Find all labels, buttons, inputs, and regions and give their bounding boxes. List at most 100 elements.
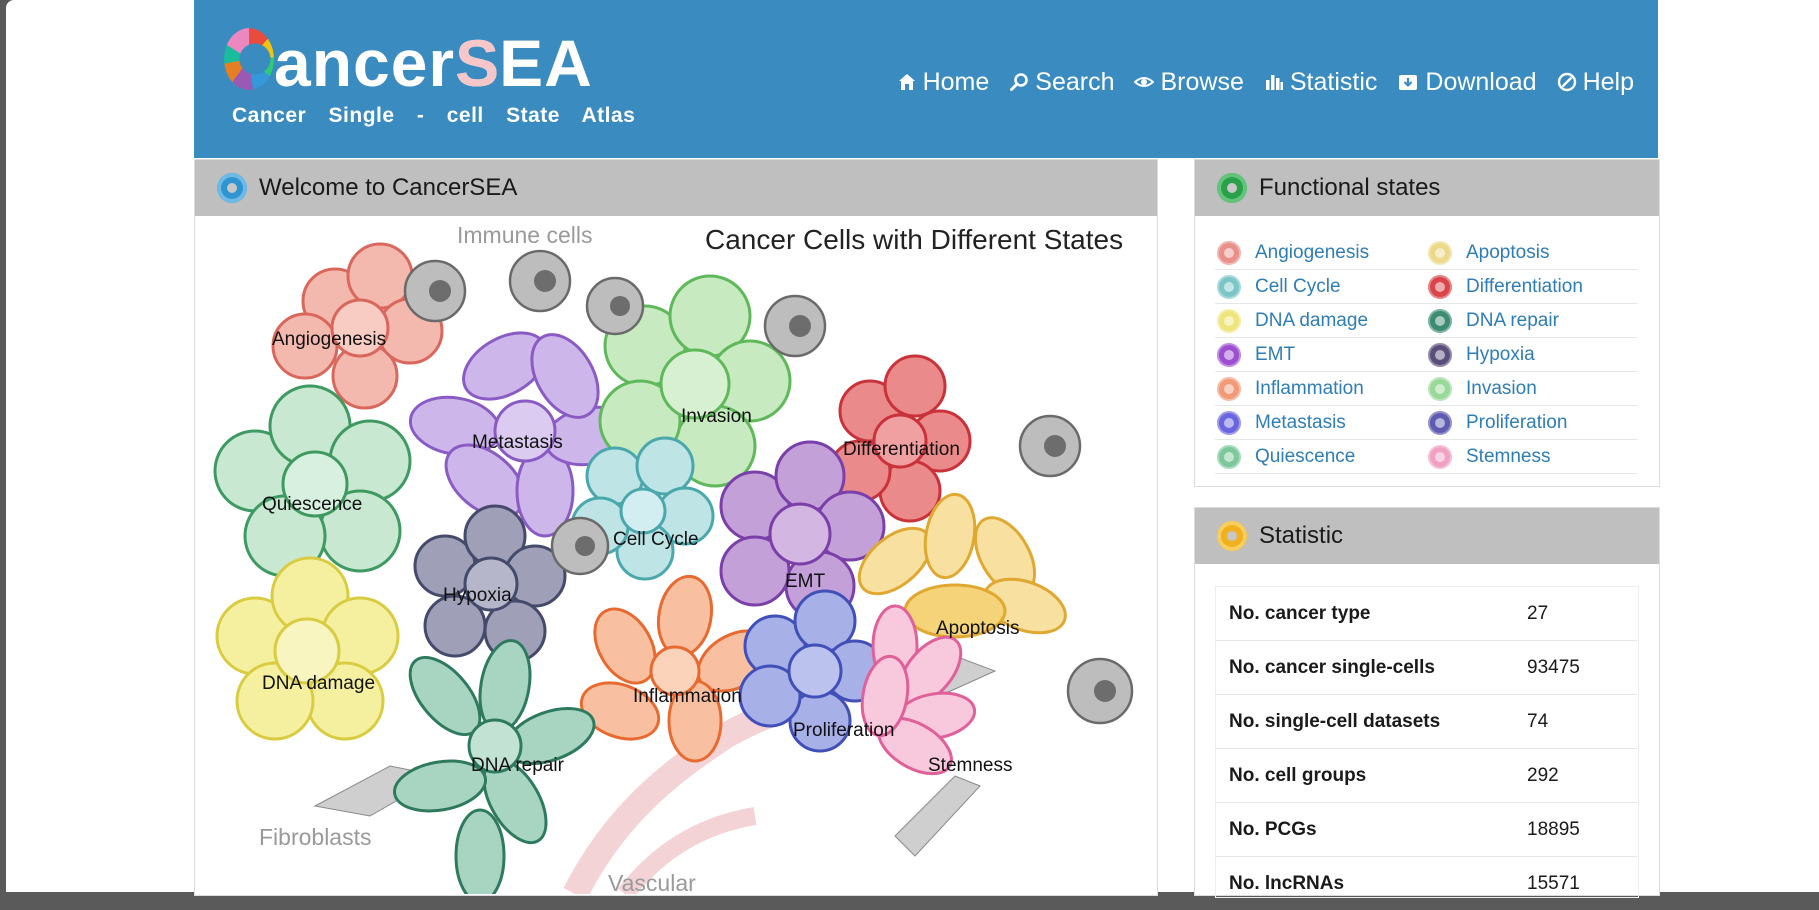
nav-search[interactable]: Search [1009, 68, 1114, 97]
orange-bullet-icon [1217, 521, 1247, 551]
stemness-label: Stemness [928, 755, 1012, 777]
state-cell-icon [1428, 411, 1452, 435]
nav-home-label: Home [923, 68, 990, 97]
statistic-value: 74 [1513, 695, 1637, 749]
functional-states-list: Angiogenesis Apoptosis Cell Cycle Different… [1215, 236, 1637, 474]
state-link-stemness[interactable]: Stemness [1426, 440, 1637, 473]
invasion-label: Invasion [681, 406, 752, 428]
nav-search-label: Search [1035, 68, 1114, 97]
bar-chart-icon [1264, 72, 1284, 92]
state-link-inflammation[interactable]: Inflammation [1215, 372, 1426, 405]
main-nav: Home Search Browse Statistic Download He… [877, 62, 1658, 102]
functional-states-row: Quiescence Stemness [1215, 440, 1637, 474]
state-link-invasion[interactable]: Invasion [1426, 372, 1637, 405]
statistic-key: No. lncRNAs [1215, 857, 1513, 910]
nav-statistic[interactable]: Statistic [1264, 68, 1378, 97]
functional-states-title: Functional states [1259, 174, 1440, 202]
state-cell-icon [1217, 275, 1241, 299]
functional-states-row: EMT Hypoxia [1215, 338, 1637, 372]
statistic-row: No. cancer type27 [1215, 587, 1637, 641]
state-link-emt[interactable]: EMT [1215, 338, 1426, 371]
state-link-proliferation[interactable]: Proliferation [1426, 406, 1637, 439]
eye-icon [1134, 72, 1154, 92]
nav-help-label: Help [1583, 68, 1634, 97]
logo-s-letter: S [455, 28, 499, 98]
statistic-value: 18895 [1513, 803, 1637, 857]
state-label: DNA repair [1466, 310, 1559, 332]
angiogenesis-label: Angiogenesis [272, 329, 386, 351]
statistic-row: No. PCGs18895 [1215, 803, 1637, 857]
fibroblasts-label: Fibroblasts [259, 824, 371, 851]
state-label: EMT [1255, 344, 1295, 366]
state-label: Differentiation [1466, 276, 1583, 298]
functional-states-row: Cell Cycle Differentiation [1215, 270, 1637, 304]
statistic-row: No. single-cell datasets74 [1215, 695, 1637, 749]
state-cell-icon [1217, 411, 1241, 435]
state-cell-icon [1217, 309, 1241, 333]
state-label: Apoptosis [1466, 242, 1549, 264]
nav-browse[interactable]: Browse [1134, 68, 1243, 97]
statistic-value: 93475 [1513, 641, 1637, 695]
functional-states-row: Angiogenesis Apoptosis [1215, 236, 1637, 270]
functional-states-header: Functional states [1195, 160, 1659, 216]
logo-word-ea: EA [499, 28, 593, 98]
logo-c-mosaic [224, 28, 274, 90]
site-logo[interactable]: ancerSEA Cancer Single - cell State Atla… [224, 28, 594, 128]
nav-home[interactable]: Home [897, 68, 990, 97]
statistic-title: Statistic [1259, 522, 1343, 550]
metastasis-label: Metastasis [472, 432, 563, 454]
statistic-key: No. single-cell datasets [1215, 695, 1513, 749]
site-header: ancerSEA Cancer Single - cell State Atla… [194, 0, 1658, 158]
dna-repair-label: DNA repair [471, 755, 564, 777]
statistic-key: No. cancer type [1215, 587, 1513, 641]
quiescence-label: Quiescence [262, 494, 362, 516]
illustration-title: Cancer Cells with Different States [705, 224, 1123, 256]
statistic-table: No. cancer type27No. cancer single-cells… [1215, 586, 1637, 910]
state-link-metastasis[interactable]: Metastasis [1215, 406, 1426, 439]
state-label: Hypoxia [1466, 344, 1535, 366]
blue-bullet-icon [217, 173, 247, 203]
state-link-apoptosis[interactable]: Apoptosis [1426, 236, 1637, 269]
immune-cells-label: Immune cells [457, 222, 592, 249]
welcome-panel: Welcome to CancerSEA [194, 159, 1158, 896]
state-link-differentiation[interactable]: Differentiation [1426, 270, 1637, 303]
state-label: Metastasis [1255, 412, 1346, 434]
state-label: Proliferation [1466, 412, 1567, 434]
apoptosis-label: Apoptosis [936, 618, 1019, 640]
proliferation-label: Proliferation [793, 720, 894, 742]
cancer-states-artwork [195, 216, 1157, 894]
hypoxia-label: Hypoxia [443, 585, 512, 607]
state-link-quiescence[interactable]: Quiescence [1215, 440, 1426, 473]
main-container: ancerSEA Cancer Single - cell State Atla… [194, 0, 1658, 892]
state-link-dna-repair[interactable]: DNA repair [1426, 304, 1637, 337]
statistic-row: No. cell groups292 [1215, 749, 1637, 803]
welcome-title: Welcome to CancerSEA [259, 174, 517, 202]
state-label: Inflammation [1255, 378, 1364, 400]
state-link-hypoxia[interactable]: Hypoxia [1426, 338, 1637, 371]
statistic-key: No. cell groups [1215, 749, 1513, 803]
functional-states-row: Metastasis Proliferation [1215, 406, 1637, 440]
nav-download[interactable]: Download [1397, 68, 1536, 97]
state-link-dna-damage[interactable]: DNA damage [1215, 304, 1426, 337]
statistic-value: 15571 [1513, 857, 1637, 910]
state-link-cell-cycle[interactable]: Cell Cycle [1215, 270, 1426, 303]
dna-damage-cluster [217, 558, 398, 739]
home-icon [897, 72, 917, 92]
state-link-angiogenesis[interactable]: Angiogenesis [1215, 236, 1426, 269]
functional-states-panel: Functional states Angiogenesis Apoptosis C… [1194, 159, 1660, 487]
green-bullet-icon [1217, 173, 1247, 203]
state-label: Stemness [1466, 446, 1550, 468]
state-cell-icon [1428, 445, 1452, 469]
differentiation-label: Differentiation [843, 439, 960, 461]
state-label: Invasion [1466, 378, 1537, 400]
state-cell-icon [1217, 343, 1241, 367]
state-label: DNA damage [1255, 310, 1368, 332]
state-cell-icon [1428, 343, 1452, 367]
nav-help[interactable]: Help [1557, 68, 1634, 97]
nav-browse-label: Browse [1160, 68, 1243, 97]
state-cell-icon [1217, 377, 1241, 401]
state-cell-icon [1217, 445, 1241, 469]
logo-title: ancerSEA [224, 28, 593, 108]
help-icon [1557, 72, 1577, 92]
statistic-row: No. lncRNAs15571 [1215, 857, 1637, 910]
